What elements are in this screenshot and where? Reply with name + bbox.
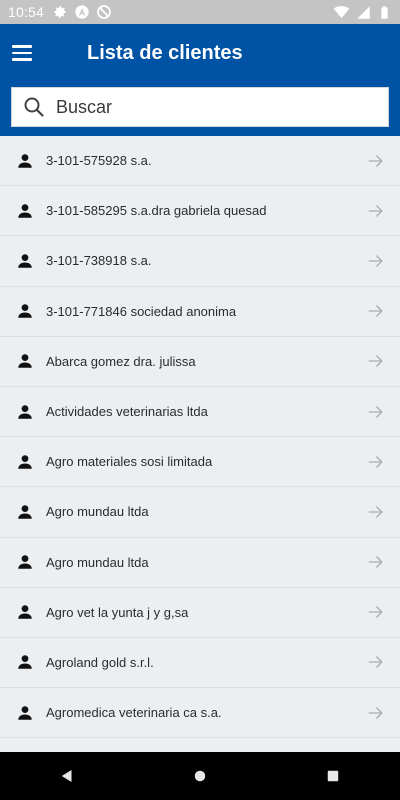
- client-name: Abarca gomez dra. julissa: [46, 353, 196, 369]
- search-icon: [22, 95, 46, 119]
- hamburger-menu-icon[interactable]: [12, 40, 38, 66]
- arrow-right-icon[interactable]: [366, 151, 386, 171]
- list-item[interactable]: Actividades veterinarias ltda: [0, 387, 400, 438]
- person-icon: [16, 152, 34, 170]
- client-name: 3-101-771846 sociedad anonima: [46, 303, 237, 319]
- list-item[interactable]: Agroland gold s.r.l.: [0, 638, 400, 689]
- client-name: 3-101-575928 s.a.: [46, 153, 152, 169]
- person-icon: [16, 603, 34, 621]
- client-name: 3-101-738918 s.a.: [46, 253, 152, 269]
- status-bar: 10:54: [0, 0, 400, 24]
- person-icon: [16, 252, 34, 270]
- person-icon: [16, 704, 34, 722]
- list-item[interactable]: 3-101-585295 s.a.dra gabriela quesad: [0, 186, 400, 237]
- client-name: Agro mundau ltda: [46, 554, 149, 570]
- status-time: 10:54: [8, 4, 45, 20]
- client-name: Agro vet la yunta j y g,sa: [46, 604, 189, 620]
- search-bar[interactable]: [11, 87, 389, 127]
- gear-icon: [52, 4, 68, 20]
- arrow-right-icon[interactable]: [366, 402, 386, 422]
- list-item[interactable]: Agro mundau ltda: [0, 487, 400, 538]
- list-item[interactable]: Agro mundau ltda: [0, 538, 400, 588]
- battery-icon: [377, 5, 392, 20]
- list-item[interactable]: 3-101-771846 sociedad anonima: [0, 287, 400, 337]
- wifi-icon: [333, 4, 350, 21]
- client-list: 3-101-575928 s.a. 3-101-585295 s.a.dra ga…: [0, 136, 400, 752]
- arrow-right-icon[interactable]: [366, 452, 386, 472]
- arrow-right-icon[interactable]: [366, 703, 386, 723]
- back-icon[interactable]: [43, 752, 91, 800]
- person-icon: [16, 553, 34, 571]
- recents-icon[interactable]: [309, 752, 357, 800]
- arrow-right-icon[interactable]: [366, 351, 386, 371]
- list-item[interactable]: Abarca gomez dra. julissa: [0, 337, 400, 387]
- home-icon[interactable]: [176, 752, 224, 800]
- arrow-right-icon[interactable]: [366, 251, 386, 271]
- list-item[interactable]: Agro vet la yunta j y g,sa: [0, 588, 400, 638]
- list-item[interactable]: 3-101-738918 s.a.: [0, 236, 400, 287]
- person-icon: [16, 352, 34, 370]
- list-item[interactable]: Agro materiales sosi limitada: [0, 437, 400, 488]
- client-name: Actividades veterinarias ltda: [46, 404, 208, 420]
- arrow-right-icon[interactable]: [366, 602, 386, 622]
- client-name: Agro mundau ltda: [46, 504, 149, 520]
- arrow-right-icon[interactable]: [366, 652, 386, 672]
- search-input[interactable]: [56, 96, 356, 118]
- person-icon: [16, 453, 34, 471]
- page-title: Lista de clientes: [87, 42, 243, 64]
- person-icon: [16, 403, 34, 421]
- app-bar: Lista de clientes: [0, 24, 400, 136]
- system-nav-bar: [0, 752, 400, 800]
- client-name: Agroland gold s.r.l.: [46, 654, 154, 670]
- person-icon: [16, 302, 34, 320]
- client-name: Agromedica veterinaria ca s.a.: [46, 705, 222, 721]
- client-name: Agro materiales sosi limitada: [46, 454, 213, 470]
- client-name: 3-101-585295 s.a.dra gabriela quesad: [46, 203, 267, 219]
- person-icon: [16, 202, 34, 220]
- arrow-right-icon[interactable]: [366, 552, 386, 572]
- arrow-right-icon[interactable]: [366, 502, 386, 522]
- arrow-right-icon[interactable]: [366, 301, 386, 321]
- app-a-icon: [74, 4, 90, 20]
- list-item[interactable]: 3-101-575928 s.a.: [0, 136, 400, 187]
- arrow-right-icon[interactable]: [366, 201, 386, 221]
- signal-icon: [356, 5, 371, 20]
- person-icon: [16, 503, 34, 521]
- person-icon: [16, 653, 34, 671]
- no-disturb-icon: [96, 4, 112, 20]
- list-item[interactable]: Agromedica veterinaria ca s.a.: [0, 688, 400, 739]
